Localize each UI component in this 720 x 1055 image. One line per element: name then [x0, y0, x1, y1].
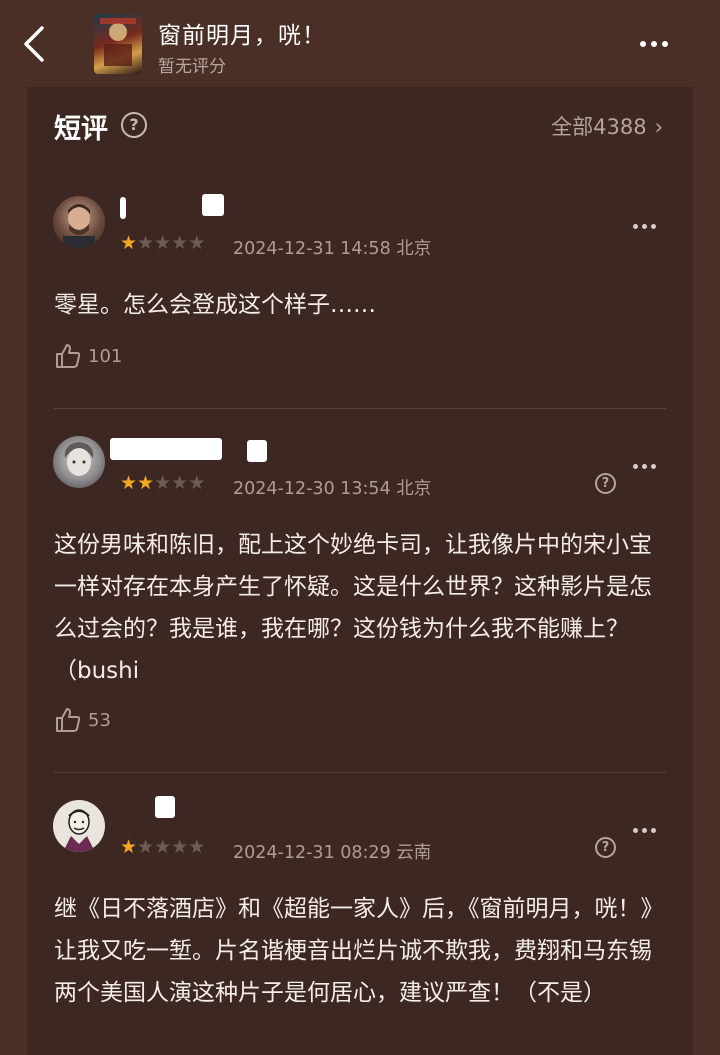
avatar[interactable] — [53, 436, 105, 488]
top-bar: 窗前明月，咣！ 暂无评分 — [0, 0, 720, 87]
star-rating: ★★★★★ — [120, 232, 205, 254]
star-icon: ★ — [154, 472, 172, 494]
review-more-button[interactable] — [633, 818, 669, 838]
review-date: 2024-12-31 08:29 — [233, 843, 391, 863]
movie-poster-thumbnail[interactable] — [94, 14, 142, 74]
star-icon: ★ — [154, 232, 172, 254]
help-icon[interactable]: ? — [595, 837, 616, 858]
like-count: 53 — [88, 709, 111, 731]
like-button[interactable]: 53 — [54, 706, 111, 734]
more-options-button[interactable] — [640, 32, 686, 56]
review-date: 2024-12-30 13:54 — [233, 479, 391, 499]
review-text: 继《日不落酒店》和《超能一家人》后，《窗前明月，咣！》让我又吃一堑。片名谐梗音出… — [54, 896, 664, 1006]
review-text: 这份男味和陈旧，配上这个妙绝卡司，让我像片中的宋小宝一样对存在本身产生了怀疑。这… — [54, 532, 652, 684]
star-icon: ★ — [171, 232, 189, 254]
like-count: 101 — [88, 345, 123, 367]
review-text: 零星。怎么会登成这个样子…… — [54, 292, 376, 318]
rating-status: 暂无评分 — [158, 57, 226, 77]
star-icon: ★ — [137, 836, 155, 858]
star-icon: ★ — [171, 836, 189, 858]
more-dot-icon — [640, 41, 646, 47]
review-more-button[interactable] — [633, 454, 669, 474]
review-meta: 2024-12-31 14:58 北京 — [233, 235, 431, 260]
star-icon: ★ — [120, 836, 138, 858]
section-title: 短评 — [54, 114, 108, 145]
star-icon: ★ — [171, 472, 189, 494]
username-redacted — [247, 440, 267, 462]
more-dot-icon — [633, 464, 638, 469]
more-dot-icon — [633, 224, 638, 229]
review-meta: 2024-12-31 08:29 云南 — [233, 839, 431, 864]
review-location: 北京 — [396, 239, 432, 259]
chevron-right-icon: › — [654, 115, 663, 139]
like-button[interactable]: 101 — [54, 342, 122, 370]
username-redacted — [202, 194, 224, 216]
thumbs-up-icon — [56, 708, 81, 732]
review-location: 云南 — [396, 843, 432, 863]
page-title: 窗前明月，咣！ — [158, 23, 326, 49]
avatar[interactable] — [53, 800, 105, 852]
more-dot-icon — [633, 828, 638, 833]
username-redacted — [120, 197, 126, 219]
review-location: 北京 — [396, 479, 432, 499]
more-dot-icon — [642, 224, 647, 229]
short-review-card: 短评 ? 全部4388 › ★★★★★ 2024-12-31 14:58 北京 零… — [27, 87, 693, 1055]
avatar[interactable] — [53, 196, 105, 248]
more-dot-icon — [662, 41, 668, 47]
star-icon: ★ — [188, 472, 206, 494]
thumbs-up-icon — [56, 344, 81, 368]
more-dot-icon — [651, 224, 656, 229]
more-dot-icon — [642, 464, 647, 469]
divider — [54, 772, 666, 773]
more-dot-icon — [651, 41, 657, 47]
more-dot-icon — [642, 828, 647, 833]
review-meta: 2024-12-30 13:54 北京 — [233, 475, 431, 500]
help-icon[interactable]: ? — [121, 112, 147, 138]
star-rating: ★★★★★ — [120, 472, 205, 494]
star-icon: ★ — [137, 472, 155, 494]
more-dot-icon — [651, 464, 656, 469]
help-icon[interactable]: ? — [595, 473, 616, 494]
star-rating: ★★★★★ — [120, 836, 205, 858]
review-date: 2024-12-31 14:58 — [233, 239, 391, 259]
review-more-button[interactable] — [633, 214, 669, 234]
star-icon: ★ — [120, 232, 138, 254]
star-icon: ★ — [188, 232, 206, 254]
more-dot-icon — [651, 828, 656, 833]
all-count-label: 全部4388 — [551, 115, 647, 139]
view-all-link[interactable]: 全部4388 › — [551, 111, 663, 141]
divider — [54, 408, 666, 409]
star-icon: ★ — [120, 472, 138, 494]
username-redacted — [155, 796, 175, 818]
star-icon: ★ — [137, 232, 155, 254]
chevron-left-icon — [24, 26, 44, 62]
username-redacted — [110, 438, 222, 460]
back-button[interactable] — [18, 22, 54, 66]
star-icon: ★ — [188, 836, 206, 858]
star-icon: ★ — [154, 836, 172, 858]
